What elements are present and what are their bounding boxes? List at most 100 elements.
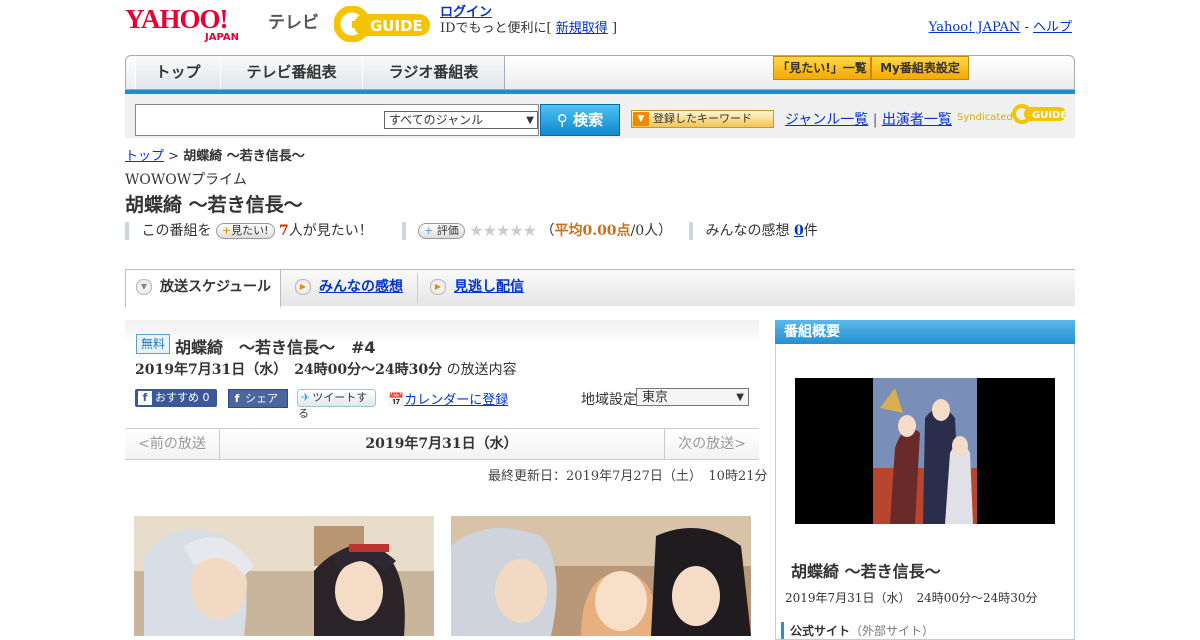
yahoo-japan-logo[interactable]: YAHOO! JAPAN xyxy=(125,4,239,44)
avg-open: （ xyxy=(540,223,555,239)
search-icon: ⚲ xyxy=(556,111,568,129)
calendar-register[interactable]: 📅カレンダーに登録 xyxy=(388,389,508,408)
avg-people: /0人） xyxy=(630,223,673,239)
region-select[interactable]: 東京 ▼ xyxy=(636,388,749,406)
breadcrumb: トップ > 胡蝶綺 ～若き信長～ xyxy=(125,145,305,164)
yahoo-japan-link[interactable]: Yahoo! JAPAN xyxy=(929,20,1021,35)
login-prompt-close: ] xyxy=(611,21,618,36)
program-stats: この番組を +見たい! 7人が見たい！ + 評価 ★★★★★ （平均0.00点/… xyxy=(125,221,818,241)
official-site-heading: 公式サイト（外部サイト） xyxy=(781,622,934,639)
tab-schedule-label: 放送スケジュール xyxy=(160,279,272,295)
login-link[interactable]: ログイン xyxy=(440,5,492,20)
registered-keyword-label: 登録したキーワード xyxy=(653,112,752,125)
divider xyxy=(401,222,406,240)
play-icon: ▶ xyxy=(295,279,311,295)
free-badge: 無料 xyxy=(136,334,170,354)
top-right-links: Yahoo! JAPAN - ヘルプ xyxy=(929,16,1072,35)
syndicated-gguide-logo: GUIDE xyxy=(1012,104,1067,124)
impressions-count-link[interactable]: 0 xyxy=(794,223,804,239)
cast-list-link[interactable]: 出演者一覧 xyxy=(882,112,952,128)
plus-icon: + xyxy=(221,224,232,237)
login-box: ログイン IDでもっと便利に[ 新規取得 ] xyxy=(440,5,617,37)
main-nav: トップ テレビ番組表 ラジオ番組表 「見たい!」一覧 My番組表設定 xyxy=(125,55,1075,90)
twitter-icon: ✈ xyxy=(301,391,311,404)
divider xyxy=(689,222,694,240)
official-site-label: 公式サイト xyxy=(790,624,851,638)
avg-score: 平均0.00点 xyxy=(554,223,631,239)
sidebar-program-title: 胡蝶綺 ～若き信長～ xyxy=(791,562,941,581)
facebook-recommend-button[interactable]: f おすすめ 0 xyxy=(135,389,217,407)
episode-title: 胡蝶綺 ～若き信長～ #4 xyxy=(175,338,376,357)
search-button-label: 検索 xyxy=(573,111,604,129)
chevron-down-icon: ▼ xyxy=(526,115,534,126)
genre-select[interactable]: すべてのジャンル ▼ xyxy=(384,111,538,129)
tab-missed[interactable]: ▶ 見逃し配信 xyxy=(430,270,550,306)
episode-datetime-suffix: の放送内容 xyxy=(446,362,517,378)
want-button[interactable]: +見たい! xyxy=(215,223,275,239)
tab-impressions-label: みんなの感想 xyxy=(319,279,403,295)
current-broadcast-date: 2019年7月31日（水） xyxy=(365,436,518,452)
login-prompt: IDでもっと便利に[ xyxy=(440,21,552,36)
rate-button-label: 評価 xyxy=(436,224,459,237)
facebook-share-button[interactable]: f シェア xyxy=(228,389,288,408)
want-list-button[interactable]: 「見たい!」一覧 xyxy=(773,56,871,80)
tab-impressions[interactable]: ▶ みんなの感想 xyxy=(295,270,415,306)
content-tabs: ▼ 放送スケジュール ▶ みんなの感想 ▶ 見逃し配信 xyxy=(125,269,1075,307)
episode-thumbnail-2[interactable] xyxy=(451,516,751,636)
breadcrumb-separator: > xyxy=(168,149,180,164)
divider xyxy=(125,222,129,240)
link-separator: - xyxy=(1024,20,1029,35)
impressions-suffix: 件 xyxy=(803,223,818,239)
rating-stars: ★★★★★ xyxy=(469,221,537,240)
episode-thumbnail-1[interactable] xyxy=(134,516,434,636)
tab-divider xyxy=(417,273,418,303)
channel-name: WOWOWプライム xyxy=(125,172,247,188)
plus-icon: + xyxy=(424,224,434,237)
genre-list-link[interactable]: ジャンル一覧 xyxy=(785,112,868,128)
breadcrumb-top-link[interactable]: トップ xyxy=(125,149,164,164)
breadcrumb-current: 胡蝶綺 ～若き信長～ xyxy=(183,149,305,164)
nav-tab-radio-schedule[interactable]: ラジオ番組表 xyxy=(362,56,505,89)
facebook-recommend-label: おすすめ 0 xyxy=(155,391,210,404)
calendar-link[interactable]: カレンダーに登録 xyxy=(404,393,508,408)
tweet-button[interactable]: ✈ ツイートする xyxy=(297,389,376,420)
region-label: 地域設定 xyxy=(581,392,637,408)
want-count: 7 xyxy=(279,223,289,239)
play-icon: ▶ xyxy=(430,279,446,295)
tv-label: テレビ xyxy=(268,13,319,33)
want-suffix: 人が見たい！ xyxy=(288,223,373,239)
facebook-icon: f xyxy=(234,392,240,405)
yahoo-logo-sub: JAPAN xyxy=(205,32,239,43)
chevron-down-icon: ▼ xyxy=(736,392,744,403)
prev-broadcast-link[interactable]: <前の放送 xyxy=(125,429,220,459)
gguide-logo[interactable]: GUIDE xyxy=(334,6,434,42)
nav-tab-top[interactable]: トップ xyxy=(135,56,221,89)
help-link[interactable]: ヘルプ xyxy=(1033,20,1072,35)
rate-button[interactable]: + 評価 xyxy=(418,223,465,239)
link-divider: | xyxy=(872,112,878,128)
episode-datetime: 2019年7月31日（水） 24時00分～24時30分 の放送内容 xyxy=(135,359,517,379)
chevron-down-icon: ▼ xyxy=(136,279,152,295)
episode-datetime-value: 2019年7月31日（水） 24時00分～24時30分 xyxy=(135,362,443,378)
search-button[interactable]: ⚲ 検索 xyxy=(540,104,620,136)
page-title: 胡蝶綺 ～若き信長～ xyxy=(125,194,303,216)
last-updated: 最終更新日：2019年7月27日（土） 10時21分 xyxy=(488,469,768,484)
calendar-icon: 📅 xyxy=(388,393,405,408)
tab-schedule[interactable]: ▼ 放送スケジュール xyxy=(125,269,281,307)
syndicated-label: Syndicated xyxy=(957,112,1013,123)
next-broadcast-link[interactable]: 次の放送> xyxy=(664,429,759,459)
facebook-icon: f xyxy=(138,391,152,405)
gguide-logo-text: GUIDE xyxy=(370,17,423,35)
yahoo-logo-text: YAHOO! xyxy=(125,4,229,34)
registered-keyword-button[interactable]: ▼ 登録したキーワード xyxy=(631,110,774,128)
my-schedule-button[interactable]: My番組表設定 xyxy=(871,56,969,80)
program-key-visual xyxy=(795,378,1055,524)
nav-tab-tv-schedule[interactable]: テレビ番組表 xyxy=(220,56,363,89)
sidebar-program-datetime: 2019年7月31日（水） 24時00分～24時30分 xyxy=(785,591,1038,605)
dropdown-triangle-icon: ▼ xyxy=(633,112,649,126)
syndicated-logo-text: GUIDE xyxy=(1032,110,1067,121)
facebook-share-label: シェア xyxy=(245,392,278,405)
program-summary-heading: 番組概要 xyxy=(775,320,1075,344)
register-link[interactable]: 新規取得 xyxy=(556,21,608,36)
search-links: ジャンル一覧 | 出演者一覧 xyxy=(785,109,952,129)
